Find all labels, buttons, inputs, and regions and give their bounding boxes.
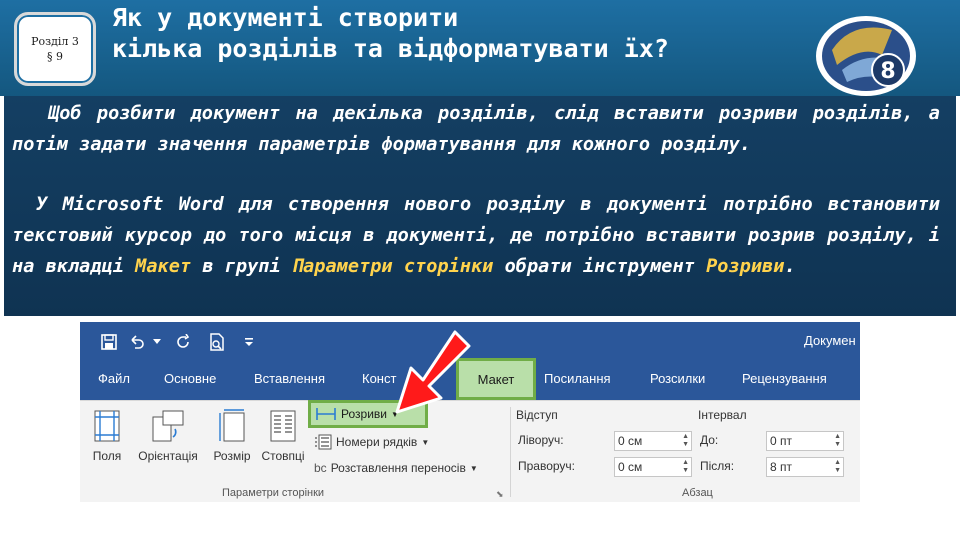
size-label: Розмір [213,449,251,463]
columns-button[interactable]: Стовпці [256,409,310,469]
badge-paragraph: § 9 [47,50,63,63]
paragraph-1: Щоб розбити документ на декілька розділі… [12,98,940,160]
indent-left-spinner-icon[interactable]: ▲ ▼ [682,433,689,449]
spacing-before-input[interactable]: 0 пт ▲ ▼ [766,431,844,451]
line-numbers-dropdown-icon: ▼ [421,437,430,447]
customize-toolbar-icon[interactable] [238,332,260,352]
paragraph-group-label: Абзац [682,487,713,499]
highlight-tab-name: Макет [135,256,192,277]
spacing-before-label: До: [700,433,719,447]
hyphenation-button[interactable]: bc Розставлення переносів ▼ [314,457,478,479]
tab-references[interactable]: Посилання [544,371,611,386]
highlight-group-name: Параметри сторінки [291,256,494,277]
textbook-logo-icon: 8 [816,16,916,96]
highlight-tool-name: Розриви [706,256,785,277]
indent-left-input[interactable]: 0 см ▲ ▼ [614,431,692,451]
page-setup-group-label: Параметри сторінки [222,487,325,499]
paragraph-1-text: Щоб розбити документ на декілька розділі… [12,103,940,155]
slide-title: Як у документі створити кілька розділів … [112,2,812,64]
paragraph-2-text-b: в групі [191,256,292,277]
indent-left-value: 0 см [618,434,643,448]
margins-label: Поля [92,449,122,463]
slide-header: Розділ 3 § 9 Як у документі створити кіл… [0,0,960,96]
orientation-label: Орієнтація [138,449,198,463]
tab-mailings[interactable]: Розсилки [650,371,705,386]
tab-home[interactable]: Основне [164,371,216,386]
spacing-before-value: 0 пт [770,434,793,448]
hyphenation-icon: bc [314,461,327,475]
indent-header: Відступ [516,408,558,422]
paragraph-2: У Microsoft Word для створення нового ро… [12,189,940,282]
margins-icon [94,410,120,442]
save-icon[interactable] [98,332,120,352]
tab-insert[interactable]: Вставлення [254,371,325,386]
line-numbers-icon [315,434,332,450]
spacing-after-spinner-icon[interactable]: ▲ ▼ [834,459,841,475]
hyphenation-label: Розставлення переносів [330,461,466,475]
spacing-after-value: 8 пт [770,460,793,474]
badge-chapter: Розділ 3 [31,35,79,48]
indent-right-spinner-icon[interactable]: ▲ ▼ [682,459,689,475]
grade-number: 8 [880,59,895,84]
indent-right-value: 0 см [618,460,643,474]
print-preview-icon[interactable] [206,332,228,352]
redo-icon[interactable] [172,332,194,352]
line-numbers-button[interactable]: Номери рядків ▼ [314,431,429,453]
size-icon [219,409,245,442]
tab-file[interactable]: Файл [98,371,130,386]
columns-icon [270,410,296,442]
title-line-1: Як у документі створити [112,3,459,32]
tab-review[interactable]: Рецензування [742,371,827,386]
red-arrow-pointer-icon [395,330,471,414]
undo-dropdown-icon[interactable] [146,332,168,352]
undo-icon[interactable] [126,332,148,352]
breaks-icon [316,408,336,420]
text-panel: Щоб розбити документ на декілька розділі… [0,96,960,318]
spacing-before-spinner-icon[interactable]: ▲ ▼ [834,433,841,449]
breaks-label: Розриви [341,407,387,421]
title-line-2: кілька розділів та відформатувати їх? [112,34,669,63]
paragraph-2-end: . [784,256,796,277]
section-badge: Розділ 3 § 9 [14,12,96,86]
line-numbers-label: Номери рядків [336,435,418,449]
orientation-button[interactable]: Орієнтація [130,409,206,469]
indent-right-label: Праворуч: [518,459,576,473]
indent-left-label: Ліворуч: [518,433,564,447]
size-button[interactable]: Розмір [208,409,256,469]
spacing-after-label: Після: [700,459,735,473]
page-setup-launcher-icon[interactable]: ⬊ [496,489,504,500]
group-separator [510,407,511,497]
indent-right-input[interactable]: 0 см ▲ ▼ [614,457,692,477]
paragraph-2-text-c: обрати інструмент [493,256,707,277]
document-title: Докумен [804,333,856,348]
spacing-header: Інтервал [698,408,747,422]
columns-label: Стовпці [261,449,305,463]
hyphenation-dropdown-icon: ▼ [469,463,478,473]
spacing-after-input[interactable]: 8 пт ▲ ▼ [766,457,844,477]
orientation-icon [152,410,184,442]
margins-button[interactable]: Поля [88,409,126,469]
